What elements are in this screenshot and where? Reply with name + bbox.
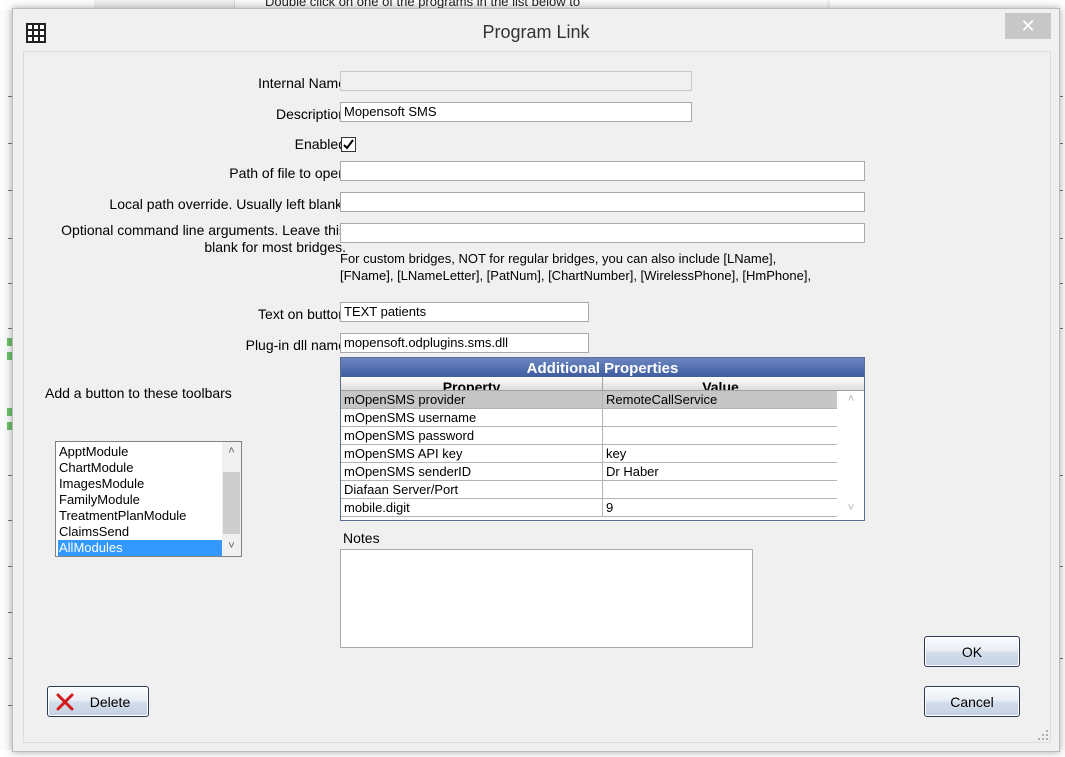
local-path-label: Local path override. Usually left blank. <box>109 196 346 212</box>
checkmark-icon <box>343 139 354 150</box>
grid-row[interactable]: mOpenSMS provider RemoteCallService <box>341 391 837 409</box>
dialog-client-area: Internal Name Description Mopensoft SMS … <box>23 51 1051 743</box>
grid-row[interactable]: mOpenSMS username <box>341 409 837 427</box>
plugin-dll-label: Plug-in dll name <box>245 337 346 353</box>
toolbar-item-claims-send[interactable]: ClaimsSend <box>58 524 222 540</box>
toolbar-item-family[interactable]: FamilyModule <box>58 492 222 508</box>
scroll-down-icon[interactable]: ˅ <box>838 502 864 514</box>
grid-cell-property: mOpenSMS API key <box>344 446 463 461</box>
custom-bridge-hint-line1: For custom bridges, NOT for regular brid… <box>340 251 777 266</box>
grid-header-property[interactable]: Property <box>341 377 602 390</box>
notes-label: Notes <box>343 530 380 546</box>
grid-cell-property: mOpenSMS password <box>344 428 475 443</box>
grid-cell-value[interactable]: key <box>603 445 837 462</box>
cancel-button-label: Cancel <box>950 694 994 710</box>
path-field[interactable] <box>340 161 865 181</box>
ok-button-label: OK <box>961 644 983 660</box>
toolbars-scroll-thumb[interactable] <box>223 472 240 534</box>
enabled-checkbox[interactable] <box>341 137 356 152</box>
grid-cell-value[interactable] <box>603 409 837 426</box>
toolbars-listbox[interactable]: ApptModule ChartModule ImagesModule Fami… <box>55 441 242 557</box>
additional-properties-grid: Additional Properties Property Value mOp… <box>340 357 865 521</box>
toolbars-label: Add a button to these toolbars <box>45 385 232 401</box>
dialog-title: Program Link <box>482 22 590 42</box>
toolbar-item-treatment-plan[interactable]: TreatmentPlanModule <box>58 508 222 524</box>
custom-bridge-hint-line2: [FName], [LNameLetter], [PatNum], [Chart… <box>340 268 812 283</box>
grid-cell-value[interactable]: 9 <box>603 499 837 516</box>
notes-textarea[interactable] <box>340 549 753 648</box>
close-icon: ✕ <box>1020 16 1036 36</box>
close-button[interactable]: ✕ <box>1005 13 1051 39</box>
grid-cell-property: mobile.digit <box>344 500 410 515</box>
description-label: Description <box>275 106 346 122</box>
toolbar-item-all-modules[interactable]: AllModules <box>58 540 222 556</box>
enabled-label: Enabled <box>294 136 346 152</box>
grid-cell-property: mOpenSMS senderID <box>344 464 472 479</box>
grid-header: Property Value <box>341 377 864 391</box>
button-text-label: Text on button <box>258 306 346 322</box>
grid-row[interactable]: Diafaan Server/Port <box>341 481 837 499</box>
grid-cell-value[interactable] <box>603 427 837 444</box>
grid-row[interactable]: mOpenSMS senderID Dr Haber <box>341 463 837 481</box>
delete-button-label: Delete <box>89 694 131 710</box>
grid-cell-value[interactable]: Dr Haber <box>603 463 837 480</box>
grid-row[interactable]: mOpenSMS API key key <box>341 445 837 463</box>
scroll-down-icon[interactable]: ˅ <box>222 538 241 555</box>
toolbars-scrollbar[interactable]: ˄ ˅ <box>222 442 241 556</box>
grid-title: Additional Properties <box>341 358 864 377</box>
grid-cell-value[interactable] <box>603 481 837 498</box>
args-label-line1: Optional command line arguments. Leave t… <box>61 222 346 238</box>
internal-name-label: Internal Name <box>258 75 346 91</box>
description-field[interactable]: Mopensoft SMS <box>340 102 692 122</box>
button-text-field[interactable]: TEXT patients <box>340 302 589 322</box>
scroll-up-icon[interactable]: ˄ <box>838 393 864 405</box>
grid-cell-value[interactable]: RemoteCallService <box>603 391 837 408</box>
cancel-button[interactable]: Cancel <box>924 686 1020 717</box>
grid-row[interactable]: mobile.digit 9 <box>341 499 837 517</box>
internal-name-field <box>340 71 692 91</box>
title-bar[interactable]: Program Link ✕ <box>13 9 1059 51</box>
args-field[interactable] <box>340 223 865 243</box>
grid-cell-property: Diafaan Server/Port <box>344 482 459 497</box>
grid-header-value[interactable]: Value <box>603 377 838 390</box>
path-label: Path of file to open <box>229 165 346 181</box>
grid-row[interactable]: mOpenSMS password <box>341 427 837 445</box>
toolbar-item-appt[interactable]: ApptModule <box>58 444 222 460</box>
args-label-line2: blank for most bridges. <box>204 239 346 255</box>
ok-button[interactable]: OK <box>924 636 1020 667</box>
program-link-dialog: Program Link ✕ Internal Name Description… <box>12 8 1060 752</box>
local-path-field[interactable] <box>340 192 865 212</box>
plugin-dll-field[interactable]: mopensoft.odplugins.sms.dll <box>340 333 589 353</box>
toolbar-item-images[interactable]: ImagesModule <box>58 476 222 492</box>
grid-cell-property: mOpenSMS provider <box>344 392 466 407</box>
resize-grip-icon[interactable] <box>1037 729 1049 741</box>
grid-scrollbar[interactable]: ˄ ˅ <box>838 391 864 520</box>
scroll-up-icon[interactable]: ˄ <box>222 443 241 460</box>
toolbar-item-chart[interactable]: ChartModule <box>58 460 222 476</box>
delete-button[interactable]: Delete <box>47 686 149 717</box>
grid-cell-property: mOpenSMS username <box>344 410 477 425</box>
